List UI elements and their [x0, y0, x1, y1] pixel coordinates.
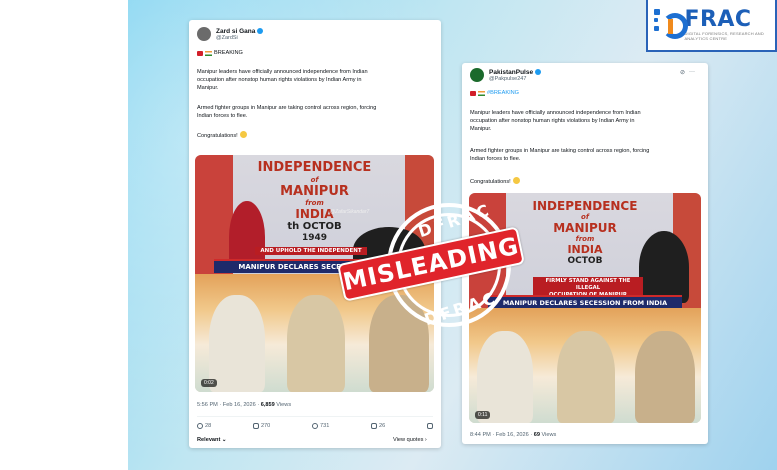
views-label: Views: [539, 432, 557, 438]
verified-badge-icon: [535, 69, 542, 75]
share-button[interactable]: [426, 423, 433, 429]
handle[interactable]: @ZardSi: [216, 35, 263, 41]
tweet-text-line: Manipur leaders have officially announce…: [197, 69, 368, 75]
repost-button[interactable]: 270: [252, 423, 271, 429]
banner-india: INDIA: [567, 243, 603, 256]
red-siren-icon: [197, 50, 203, 56]
screenshot-composite: FRAC DIGITAL FORENSICS, RESEARCH AND ANA…: [0, 0, 777, 470]
breaking-line: BREAKING: [197, 50, 243, 56]
banner-from: from: [575, 235, 595, 243]
tweet-meta: 8:44 PM · Feb 16, 2026 · 69 Views: [470, 432, 556, 438]
leader-figure: [635, 331, 695, 423]
banner-flag-left: [195, 155, 234, 274]
congrats-line: Congratulations!: [470, 177, 520, 186]
bookmark-button[interactable]: 26: [371, 423, 385, 429]
grok-icon[interactable]: ⊘: [680, 69, 685, 76]
caption-red-line-1: FIRMLY STAND AGAINST THE ILLEGAL: [545, 278, 631, 291]
tweet-text-line: Manipur.: [470, 126, 492, 132]
clapping-hands-icon: [239, 131, 247, 138]
leader-figure: [287, 295, 345, 392]
bookmark-icon: [371, 423, 378, 429]
logo-tagline: DIGITAL FORENSICS, RESEARCH AND ANALYTIC…: [684, 31, 764, 41]
banner-title: INDEPENDENCE: [532, 199, 638, 213]
tweet-header: Zard si Gana @ZardSi: [197, 27, 264, 41]
leader-figure: [209, 295, 265, 392]
video-duration: 0:11: [475, 411, 491, 419]
banner-manipur: MANIPUR: [553, 221, 617, 235]
tweet-text-line: occupation after nonstop human rights vi…: [197, 77, 362, 83]
tweet-text-line: Armed fighter groups in Manipur are taki…: [197, 105, 377, 111]
tweet-text-line: occupation after nonstop human rights vi…: [470, 118, 635, 124]
banner-title: INDEPENDENCE: [257, 160, 372, 175]
banner-manipur: MANIPUR: [280, 184, 349, 199]
seated-figure: [639, 231, 689, 303]
tweet-timestamp[interactable]: 5:56 PM · Feb 16, 2026 ·: [197, 402, 261, 408]
banner-of: of: [581, 213, 589, 221]
video-duration: 0:02: [201, 379, 217, 387]
logo-text: FRAC: [684, 7, 752, 32]
view-quotes-label: View quotes: [393, 437, 424, 443]
tweet-text-line: Manipur leaders have officially announce…: [470, 110, 641, 116]
avatar[interactable]: [197, 27, 211, 41]
repost-icon: [252, 423, 259, 429]
display-name[interactable]: Zard si Gana: [216, 27, 264, 35]
tweet-actions: 28 270 731 26: [197, 423, 433, 429]
reply-icon: [197, 423, 203, 429]
display-name[interactable]: PakistanPulse: [489, 68, 542, 76]
banner-date: OCTOB: [567, 256, 603, 266]
avatar[interactable]: [470, 68, 484, 82]
display-name-text: PakistanPulse: [489, 68, 534, 76]
india-flag-icon: [205, 50, 212, 56]
display-name-text: Zard si Gana: [216, 27, 256, 35]
like-button[interactable]: 731: [311, 423, 330, 429]
congrats-text: Congratulations!: [197, 133, 238, 139]
congrats-line: Congratulations!: [197, 131, 247, 140]
breaking-hashtag[interactable]: #BREAKING: [487, 90, 519, 96]
relevant-sort[interactable]: Relevant ⌄: [197, 437, 227, 443]
verified-badge-icon: [257, 28, 264, 34]
misleading-stamp: DFRAC DFRAC MISLEADING: [337, 200, 525, 333]
divider: [197, 416, 433, 417]
more-options-icon[interactable]: ···: [689, 69, 695, 76]
view-quotes-link[interactable]: View quotes ›: [393, 437, 427, 443]
like-count: 731: [319, 423, 330, 429]
breaking-line: #BREAKING: [470, 90, 519, 96]
tweet-timestamp[interactable]: 8:44 PM · Feb 16, 2026 ·: [470, 432, 534, 438]
views-count: 6,859: [260, 402, 275, 408]
reply-count: 28: [205, 423, 212, 429]
dfrac-logo-mark-icon: [654, 7, 688, 43]
leader-figure: [557, 331, 615, 423]
header-icons: ⊘ ···: [680, 69, 695, 76]
banner-of: of: [310, 176, 319, 184]
tweet-text-line: Manipur.: [197, 85, 219, 91]
breaking-text: BREAKING: [214, 50, 243, 56]
repost-count: 270: [260, 423, 271, 429]
tweet-text-line: Indian forces to flee.: [470, 156, 521, 162]
relevant-label: Relevant: [197, 437, 221, 443]
tweet-header: PakistanPulse @Pakpulse247: [470, 68, 542, 82]
bookmark-count: 26: [379, 423, 386, 429]
tweet-text-line: Armed fighter groups in Manipur are taki…: [470, 148, 650, 154]
leader-figure: [477, 331, 533, 423]
india-flag-icon: [478, 90, 485, 96]
reply-button[interactable]: 28: [197, 423, 211, 429]
red-siren-icon: [470, 90, 476, 96]
views-label: Views: [274, 402, 292, 408]
handle[interactable]: @Pakpulse247: [489, 76, 541, 82]
heart-icon: [311, 423, 318, 429]
dfrac-logo: FRAC DIGITAL FORENSICS, RESEARCH AND ANA…: [646, 0, 777, 52]
share-icon: [426, 423, 433, 429]
tweet-text-line: Indian forces to flee.: [197, 113, 248, 119]
congrats-text: Congratulations!: [470, 179, 511, 185]
clapping-hands-icon: [512, 177, 520, 184]
tweet-meta: 5:56 PM · Feb 16, 2026 · 6,859 Views: [197, 402, 291, 408]
